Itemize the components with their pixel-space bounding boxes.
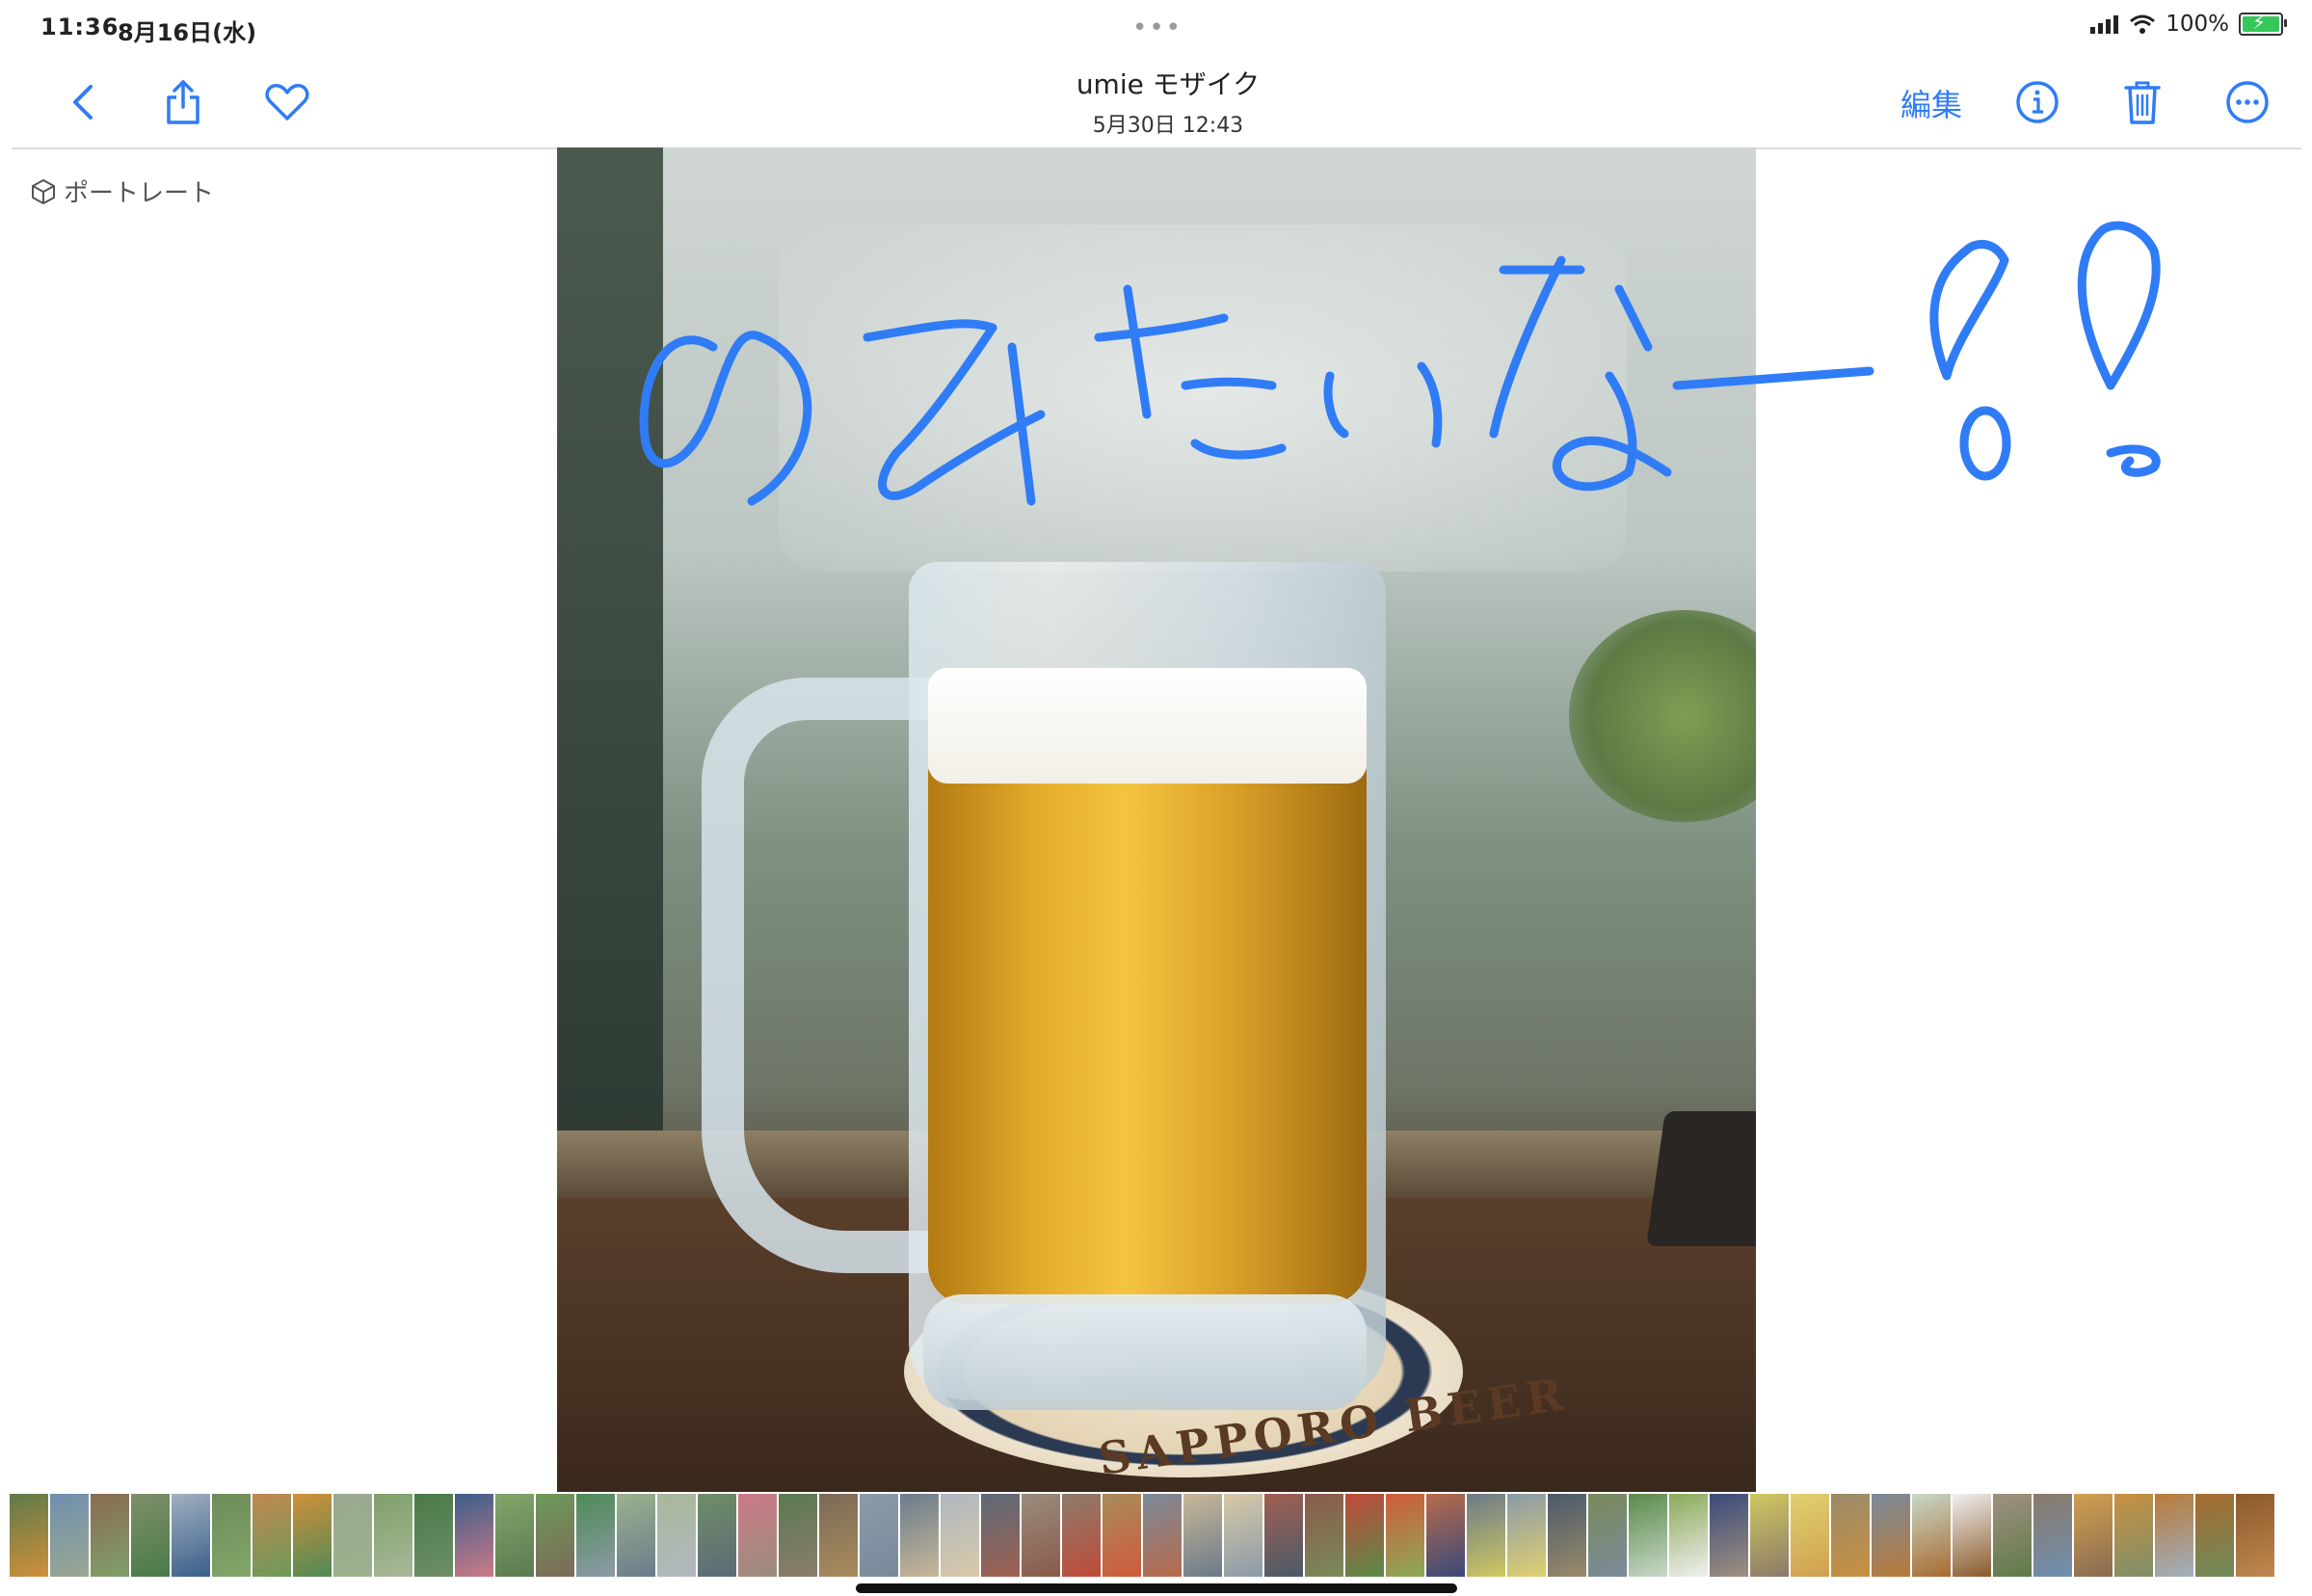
filmstrip-thumbnail[interactable] <box>50 1494 89 1577</box>
beer-mug-photo[interactable]: SAPPORO BEER <box>557 147 1756 1492</box>
share-icon <box>167 80 199 124</box>
battery-percent: 100% <box>2166 12 2229 37</box>
filmstrip-thumbnail[interactable] <box>1386 1494 1424 1577</box>
filmstrip-thumbnail[interactable] <box>900 1494 939 1577</box>
photo-mug-base <box>923 1294 1367 1410</box>
filmstrip-thumbnail[interactable] <box>1912 1494 1951 1577</box>
filmstrip-thumbnail[interactable] <box>374 1494 412 1577</box>
filmstrip-thumbnail[interactable] <box>2236 1494 2274 1577</box>
filmstrip-thumbnail[interactable] <box>981 1494 1020 1577</box>
chevron-left-icon <box>73 85 93 120</box>
filmstrip-thumbnail[interactable] <box>1953 1494 1991 1577</box>
status-date: 8月16日(水) <box>118 19 257 46</box>
photo-window-frame <box>557 147 663 1237</box>
filmstrip-thumbnail[interactable] <box>819 1494 858 1577</box>
heart-icon <box>265 84 309 120</box>
filmstrip-thumbnail[interactable] <box>1022 1494 1060 1577</box>
back-button[interactable] <box>56 75 110 129</box>
trash-icon <box>2124 81 2161 124</box>
filmstrip-thumbnail[interactable] <box>576 1494 615 1577</box>
photo-nav-bar: umie モザイク 5月30日 12:43 編集 <box>12 58 2301 149</box>
filmstrip-thumbnail[interactable] <box>1791 1494 1829 1577</box>
photo-smartphone <box>1646 1111 1756 1246</box>
filmstrip-thumbnail[interactable] <box>2074 1494 2113 1577</box>
filmstrip-thumbnail[interactable] <box>91 1494 129 1577</box>
filmstrip-thumbnail[interactable] <box>1264 1494 1303 1577</box>
info-button[interactable] <box>2010 75 2064 129</box>
photo-timestamp: 5月30日 12:43 <box>1092 114 1244 138</box>
photo-beer-foam <box>928 668 1367 784</box>
edit-button[interactable]: 編集 <box>1900 81 1962 125</box>
filmstrip-thumbnail[interactable] <box>414 1494 453 1577</box>
filmstrip-thumbnail[interactable] <box>860 1494 898 1577</box>
filmstrip-thumbnail[interactable] <box>1305 1494 1343 1577</box>
filmstrip-thumbnail[interactable] <box>1345 1494 1384 1577</box>
filmstrip-thumbnail[interactable] <box>252 1494 291 1577</box>
thumbnail-filmstrip[interactable] <box>10 1494 2303 1579</box>
favorite-button[interactable] <box>260 75 314 129</box>
filmstrip-thumbnail[interactable] <box>779 1494 817 1577</box>
filmstrip-thumbnail[interactable] <box>536 1494 574 1577</box>
filmstrip-thumbnail[interactable] <box>1629 1494 1667 1577</box>
filmstrip-thumbnail[interactable] <box>455 1494 493 1577</box>
filmstrip-thumbnail[interactable] <box>10 1494 48 1577</box>
status-indicators: 100% ⚡ <box>2088 11 2287 37</box>
filmstrip-thumbnail[interactable] <box>1224 1494 1262 1577</box>
filmstrip-thumbnail[interactable] <box>2114 1494 2153 1577</box>
filmstrip-thumbnail[interactable] <box>1143 1494 1182 1577</box>
filmstrip-thumbnail[interactable] <box>172 1494 210 1577</box>
filmstrip-thumbnail[interactable] <box>1426 1494 1465 1577</box>
filmstrip-thumbnail[interactable] <box>1872 1494 1910 1577</box>
multitasking-dots-icon[interactable]: ••• <box>1132 13 1183 42</box>
info-icon <box>2016 81 2059 123</box>
filmstrip-thumbnail[interactable] <box>2195 1494 2234 1577</box>
filmstrip-thumbnail[interactable] <box>738 1494 777 1577</box>
filmstrip-thumbnail[interactable] <box>1062 1494 1101 1577</box>
filmstrip-thumbnail[interactable] <box>1831 1494 1870 1577</box>
filmstrip-thumbnail[interactable] <box>1588 1494 1627 1577</box>
share-button[interactable] <box>156 75 210 129</box>
filmstrip-thumbnail[interactable] <box>657 1494 696 1577</box>
filmstrip-thumbnail[interactable] <box>1669 1494 1708 1577</box>
filmstrip-thumbnail[interactable] <box>1750 1494 1789 1577</box>
battery-icon: ⚡ <box>2239 11 2287 36</box>
photo-beer <box>928 764 1367 1304</box>
filmstrip-thumbnail[interactable] <box>1507 1494 1546 1577</box>
filmstrip-thumbnail[interactable] <box>212 1494 251 1577</box>
filmstrip-thumbnail[interactable] <box>2033 1494 2072 1577</box>
portrait-badge[interactable]: ポートレート <box>29 173 214 209</box>
filmstrip-thumbnail[interactable] <box>1103 1494 1141 1577</box>
portrait-badge-label: ポートレート <box>64 179 215 208</box>
filmstrip-thumbnail[interactable] <box>698 1494 736 1577</box>
filmstrip-thumbnail[interactable] <box>293 1494 332 1577</box>
photo-blurred-plants <box>1569 610 1756 822</box>
more-button[interactable] <box>2220 75 2274 129</box>
filmstrip-thumbnail[interactable] <box>617 1494 655 1577</box>
more-icon <box>2226 81 2269 123</box>
home-indicator[interactable] <box>856 1583 1457 1593</box>
delete-button[interactable] <box>2115 75 2169 129</box>
cube-icon <box>32 178 55 204</box>
album-title: umie モザイク <box>1076 68 1261 100</box>
filmstrip-thumbnail[interactable] <box>2155 1494 2193 1577</box>
filmstrip-thumbnail[interactable] <box>1993 1494 2032 1577</box>
filmstrip-thumbnail[interactable] <box>495 1494 534 1577</box>
filmstrip-thumbnail[interactable] <box>1183 1494 1222 1577</box>
filmstrip-thumbnail[interactable] <box>1710 1494 1748 1577</box>
charging-bolt-icon: ⚡ <box>2252 11 2267 34</box>
cellular-bars-icon <box>2090 15 2119 34</box>
filmstrip-thumbnail[interactable] <box>941 1494 979 1577</box>
status-time: 11:36 <box>40 13 120 40</box>
filmstrip-thumbnail[interactable] <box>131 1494 170 1577</box>
status-bar: 11:36 8月16日(水) ••• 100% ⚡ <box>0 0 2312 58</box>
nav-title-block: umie モザイク 5月30日 12:43 <box>975 64 1361 139</box>
filmstrip-thumbnail[interactable] <box>333 1494 372 1577</box>
wifi-icon <box>2130 14 2156 34</box>
filmstrip-thumbnail[interactable] <box>1548 1494 1586 1577</box>
photo-blurred-building <box>779 225 1627 572</box>
filmstrip-thumbnail[interactable] <box>1467 1494 1505 1577</box>
